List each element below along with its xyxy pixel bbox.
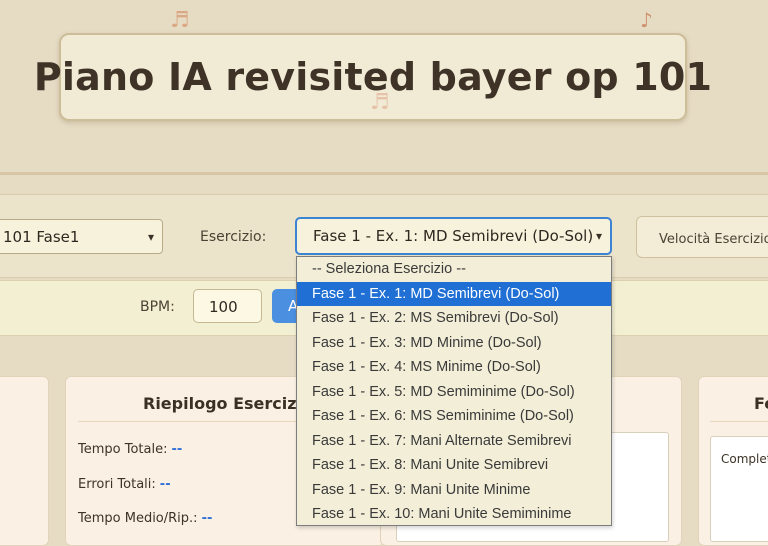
stat-value: -- (159, 477, 171, 492)
right-card-text: Completa (721, 452, 768, 466)
stat-tempo-totale: Tempo Totale: -- (78, 442, 182, 457)
dropdown-option[interactable]: -- Seleziona Esercizio -- (297, 257, 611, 282)
stat-label: Tempo Totale: (78, 442, 168, 457)
music-note-icon: ♪ (640, 8, 653, 32)
esercizio-select[interactable]: Fase 1 - Ex. 1: MD Semibrevi (Do-Sol) ▾ (295, 217, 612, 255)
bpm-label: BPM: (140, 299, 175, 315)
dropdown-option[interactable]: Fase 1 - Ex. 4: MS Minime (Do-Sol) (297, 355, 611, 380)
music-note-icon: ♬ (370, 90, 390, 115)
dropdown-option[interactable]: Fase 1 - Ex. 2: MS Semibrevi (Do-Sol) (297, 306, 611, 331)
chevron-down-icon: ▾ (595, 229, 602, 243)
dropdown-option-selected[interactable]: Fase 1 - Ex. 1: MD Semibrevi (Do-Sol) (297, 281, 611, 306)
stat-tempo-medio: Tempo Medio/Rip.: -- (78, 511, 212, 526)
stat-errori-totali: Errori Totali: -- (78, 477, 171, 492)
stat-label: Tempo Medio/Rip.: (78, 511, 198, 526)
esercizio-label: Esercizio: (200, 229, 267, 245)
header-divider (0, 172, 768, 175)
dropdown-option[interactable]: Fase 1 - Ex. 8: Mani Unite Semibrevi (297, 453, 611, 478)
stat-value: -- (171, 442, 183, 457)
stat-value: -- (201, 511, 213, 526)
riepilogo-title: Riepilogo Esercizio: (143, 394, 320, 413)
right-card-title: Fe (754, 394, 768, 413)
fase-select-value: 101 Fase1 (3, 227, 80, 246)
dropdown-option[interactable]: Fase 1 - Ex. 7: Mani Alternate Semibrevi (297, 429, 611, 454)
stat-label: Errori Totali: (78, 477, 156, 492)
right-card-divider (710, 421, 768, 422)
music-note-icon: ♬ (170, 8, 190, 33)
esercizio-select-value: Fase 1 - Ex. 1: MD Semibrevi (Do-Sol) (313, 227, 594, 245)
dropdown-option[interactable]: Fase 1 - Ex. 9: Mani Unite Minime (297, 478, 611, 503)
dropdown-option[interactable]: Fase 1 - Ex. 3: MD Minime (Do-Sol) (297, 331, 611, 356)
fase-select[interactable]: 101 Fase1 ▾ (0, 219, 163, 254)
left-card (0, 376, 49, 546)
bpm-input[interactable]: 100 (193, 289, 262, 323)
dropdown-option[interactable]: Fase 1 - Ex. 5: MD Semiminime (Do-Sol) (297, 380, 611, 405)
velocita-panel: Velocità Esercizio: (636, 216, 768, 258)
dropdown-option[interactable]: Fase 1 - Ex. 10: Mani Unite Semiminime (297, 502, 611, 527)
velocita-label: Velocità Esercizio: (659, 232, 768, 247)
chevron-down-icon: ▾ (147, 229, 154, 244)
esercizio-dropdown-list: -- Seleziona Esercizio -- Fase 1 - Ex. 1… (296, 256, 612, 526)
dropdown-option[interactable]: Fase 1 - Ex. 6: MS Semiminime (Do-Sol) (297, 404, 611, 429)
